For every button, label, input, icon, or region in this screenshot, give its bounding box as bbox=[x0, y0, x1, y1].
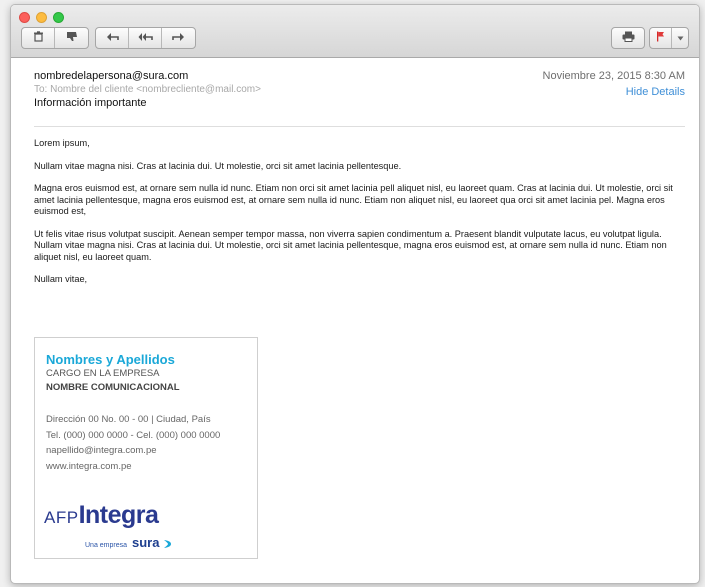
message-header: nombredelapersona@sura.com To: Nombre de… bbox=[34, 70, 685, 109]
header-divider bbox=[34, 126, 685, 127]
reply-all-icon bbox=[138, 32, 153, 45]
body-paragraph: Lorem ipsum, bbox=[34, 138, 90, 148]
signature-email[interactable]: napellido@integra.com.pe bbox=[46, 443, 220, 459]
message-body: Lorem ipsum, Nullam vitae magna nisi. Cr… bbox=[34, 138, 685, 297]
flag-button[interactable] bbox=[650, 28, 672, 48]
message-view: nombredelapersona@sura.com To: Nombre de… bbox=[11, 58, 699, 583]
thumbs-down-icon bbox=[66, 31, 78, 45]
mail-toolbar bbox=[21, 27, 689, 49]
signature-name: Nombres y Apellidos bbox=[46, 352, 175, 367]
flag-menu-button[interactable] bbox=[672, 28, 688, 48]
delete-button[interactable] bbox=[22, 28, 55, 48]
forward-button[interactable] bbox=[162, 28, 195, 48]
afp-integra-logo: AFPIntegra bbox=[44, 501, 159, 530]
chevron-down-icon bbox=[677, 32, 684, 44]
print-group bbox=[611, 27, 645, 49]
sura-brand: sura bbox=[131, 535, 160, 550]
tagline-text: Una empresa bbox=[85, 542, 128, 549]
message-date: Noviembre 23, 2015 8:30 AM bbox=[542, 70, 685, 82]
recipient-line[interactable]: To: Nombre del cliente <nombrecliente@ma… bbox=[34, 84, 685, 95]
body-paragraph: Nullam vitae, bbox=[34, 274, 88, 284]
trash-icon bbox=[33, 31, 44, 45]
reply-group bbox=[95, 27, 196, 49]
signature-website[interactable]: www.integra.com.pe bbox=[46, 459, 220, 475]
signature-address: Dirección 00 No. 00 - 00 | Ciudad, País bbox=[46, 414, 211, 425]
signature-role: CARGO EN LA EMPRESA bbox=[46, 368, 160, 379]
flag-icon bbox=[656, 31, 665, 45]
body-paragraph: Nullam vitae magna nisi. Cras at lacinia… bbox=[34, 160, 402, 171]
signature-contact: Dirección 00 No. 00 - 00 | Ciudad, País … bbox=[46, 412, 220, 474]
logo-prefix: AFP bbox=[44, 508, 79, 527]
hide-details-link[interactable]: Hide Details bbox=[626, 86, 685, 98]
window-titlebar bbox=[11, 5, 699, 58]
window-controls bbox=[19, 12, 64, 23]
signature-phone: Tel. (000) 000 0000 - Cel. (000) 000 000… bbox=[46, 429, 221, 441]
logo-tagline: Una empresa sura bbox=[85, 535, 172, 551]
junk-button[interactable] bbox=[55, 28, 88, 48]
flag-group bbox=[649, 27, 689, 49]
forward-icon bbox=[172, 32, 185, 45]
message-subject: Información importante bbox=[34, 97, 147, 109]
reply-icon bbox=[106, 32, 119, 45]
reply-button[interactable] bbox=[96, 28, 129, 48]
sura-swoosh-icon bbox=[163, 539, 172, 551]
zoom-window-button[interactable] bbox=[53, 12, 64, 23]
print-button[interactable] bbox=[612, 28, 644, 48]
body-paragraph: Ut felis vitae risus volutpat suscipit. … bbox=[34, 228, 667, 262]
signature-department: NOMBRE COMUNICACIONAL bbox=[46, 382, 180, 393]
email-signature: Nombres y Apellidos CARGO EN LA EMPRESA … bbox=[34, 337, 258, 559]
logo-main: Integra bbox=[78, 501, 159, 529]
print-icon bbox=[622, 31, 635, 45]
delete-junk-group bbox=[21, 27, 89, 49]
mail-window: nombredelapersona@sura.com To: Nombre de… bbox=[10, 4, 700, 584]
close-window-button[interactable] bbox=[19, 12, 30, 23]
minimize-window-button[interactable] bbox=[36, 12, 47, 23]
body-paragraph: Magna eros euismod est, at ornare sem nu… bbox=[34, 183, 673, 216]
reply-all-button[interactable] bbox=[129, 28, 162, 48]
